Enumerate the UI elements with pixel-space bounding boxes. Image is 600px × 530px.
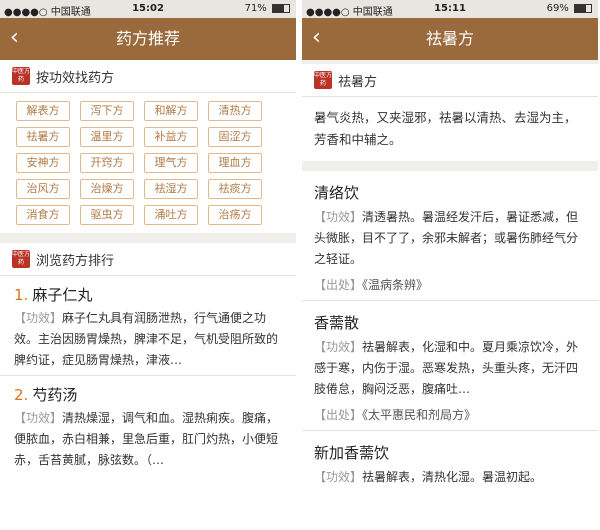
effect-tag[interactable]: 固涩方 xyxy=(208,127,262,147)
effect-tag[interactable]: 涌吐方 xyxy=(144,205,198,225)
effect-tag-grid: 解表方 泻下方 和解方 清热方 祛暑方 温里方 补益方 固涩方 安神方 开窍方 理气方 理血方 治风方治… xyxy=(0,93,296,233)
status-bar: ●●●●○ 中国联通 15:02 71% xyxy=(0,0,296,18)
formula-effect: 祛暑解表，清热化湿。暑温初起。 xyxy=(362,470,543,484)
effect-tag[interactable]: 开窍方 xyxy=(80,153,134,173)
rank-section-header: 中医方药 浏览药方排行 xyxy=(0,243,296,275)
effect-tag[interactable]: 和解方 xyxy=(144,101,198,121)
effect-tag[interactable]: 泻下方 xyxy=(80,101,134,121)
formula-name: 清络饮 xyxy=(314,184,360,202)
effect-tag[interactable]: 治疡方 xyxy=(208,205,262,225)
battery-percent: 69% xyxy=(546,3,569,14)
section-title: 按功效找药方 xyxy=(36,70,115,86)
rank-item[interactable]: 2. 芍药汤 【功效】清热燥湿，调气和血。湿热痢疾。腹痛，便脓血，赤白相兼，里急后… xyxy=(0,376,296,475)
section-divider xyxy=(302,161,598,171)
section-divider xyxy=(0,233,296,243)
nav-bar: ‹ 药方推荐 xyxy=(0,18,296,60)
page-title: 药方推荐 xyxy=(115,29,180,48)
effect-label: 【功效】 xyxy=(14,411,63,425)
category-title: 祛暑方 xyxy=(338,74,378,90)
formula-item[interactable]: 香薷散 【功效】祛暑解表，化湿和中。夏月乘凉饮冷，外感于寒，内伤于湿。恶寒发热，… xyxy=(302,301,598,430)
seal-icon: 中医方药 xyxy=(12,67,31,85)
seal-icon: 中医方药 xyxy=(314,71,333,89)
left-screen: ●●●●○ 中国联通 15:02 71% ‹ 药方推荐 中医方药 按功效找药方 … xyxy=(0,0,296,530)
effect-tag[interactable]: 理血方 xyxy=(208,153,262,173)
source-label: 【出处】 xyxy=(314,278,363,292)
formula-name: 新加香薷饮 xyxy=(314,444,390,462)
rank-name: 麻子仁丸 xyxy=(32,286,93,304)
page-title: 祛暑方 xyxy=(425,29,474,48)
battery-icon xyxy=(574,3,592,13)
formula-source: 《太平惠民和剂局方》 xyxy=(362,408,477,422)
right-screen: ●●●●○ 中国联通 15:11 69% ‹ 祛暑方 中医方药 祛暑方 暑气炎热… xyxy=(302,0,598,530)
source-label: 【出处】 xyxy=(314,408,363,422)
effect-tag[interactable]: 驱虫方 xyxy=(80,205,134,225)
rank-item[interactable]: 1. 麻子仁丸 【功效】麻子仁丸具有润肠泄热，行气通便之功效。主治因肠胃燥热，脾津… xyxy=(0,276,296,375)
effect-tag[interactable]: 治风方 xyxy=(16,179,70,199)
effect-tag[interactable]: 清热方 xyxy=(208,101,262,121)
category-header: 中医方药 祛暑方 xyxy=(302,64,598,96)
effect-tag[interactable]: 温里方 xyxy=(80,127,134,147)
effect-section-header: 中医方药 按功效找药方 xyxy=(0,60,296,92)
battery-icon xyxy=(272,3,290,13)
rank-number: 2. xyxy=(14,386,29,404)
effect-tag[interactable]: 解表方 xyxy=(16,101,70,121)
effect-label: 【功效】 xyxy=(14,311,63,325)
formula-item[interactable]: 新加香薷饮 【功效】祛暑解表，清热化湿。暑温初起。 xyxy=(302,431,598,492)
status-bar: ●●●●○ 中国联通 15:11 69% xyxy=(302,0,598,18)
formula-name: 香薷散 xyxy=(314,314,360,332)
nav-bar: ‹ 祛暑方 xyxy=(302,18,598,60)
seal-icon: 中医方药 xyxy=(12,250,31,268)
effect-tag[interactable]: 理气方 xyxy=(144,153,198,173)
category-intro: 暑气炎热，又夹湿邪，祛暑以清热、去湿为主， 芳香和中辅之。 xyxy=(314,110,577,147)
effect-label: 【功效】 xyxy=(314,340,363,354)
effect-tag[interactable]: 祛暑方 xyxy=(16,127,70,147)
rank-number: 1. xyxy=(14,286,29,304)
effect-tag[interactable]: 祛痰方 xyxy=(208,179,262,199)
effect-tag[interactable]: 补益方 xyxy=(144,127,198,147)
formula-item[interactable]: 清络饮 【功效】清透暑热。暑温经发汗后，暑证悉减，但头微胀，目不了了，余邪未解者… xyxy=(302,171,598,300)
effect-label: 【功效】 xyxy=(314,470,363,484)
battery-indicator: 69% xyxy=(547,3,592,14)
formula-source: 《温病条辨》 xyxy=(362,278,429,292)
battery-indicator: 71% xyxy=(245,3,290,14)
effect-tag[interactable]: 消食方 xyxy=(16,205,70,225)
rank-name: 芍药汤 xyxy=(32,386,78,404)
section-title: 浏览药方排行 xyxy=(36,253,115,269)
effect-tag[interactable]: 安神方 xyxy=(16,153,70,173)
effect-tag[interactable]: 治燥方 xyxy=(80,179,134,199)
effect-tag[interactable]: 祛湿方 xyxy=(144,179,198,199)
effect-label: 【功效】 xyxy=(314,210,363,224)
battery-percent: 71% xyxy=(244,3,267,14)
